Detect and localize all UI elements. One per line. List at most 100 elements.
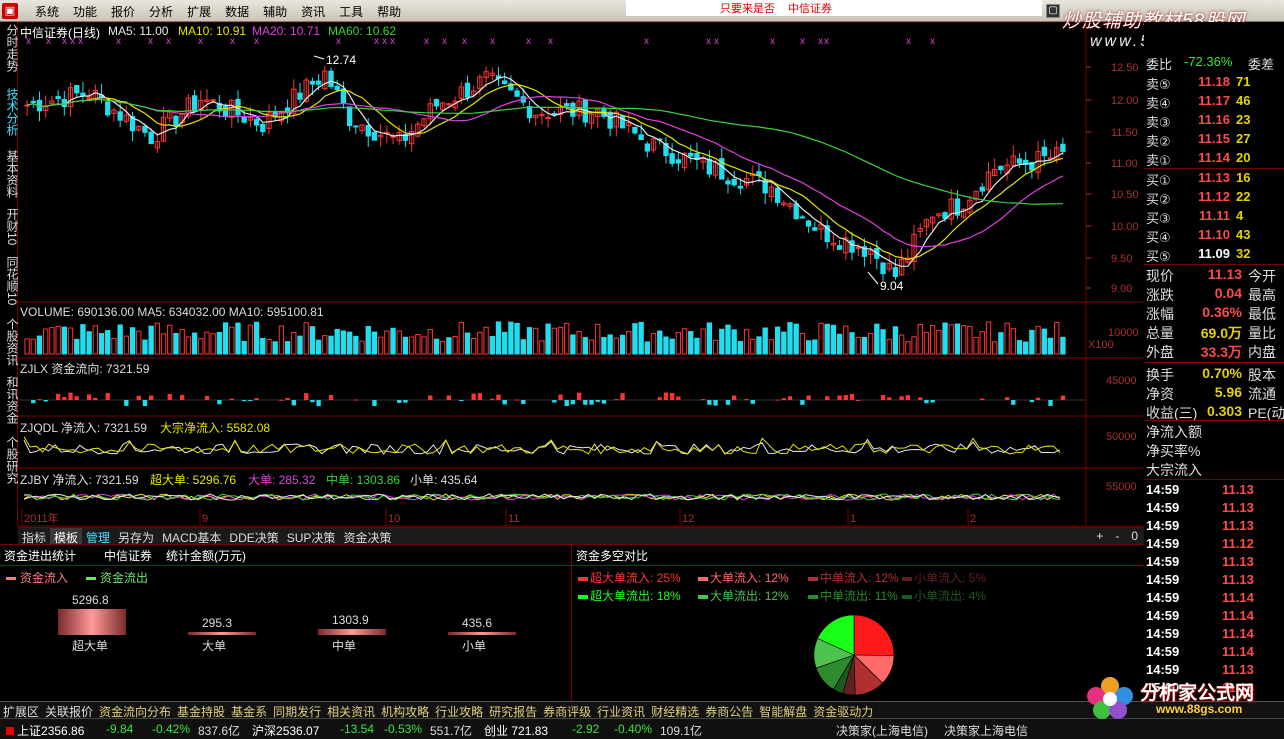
indicator-tab[interactable]: 模板 [50, 528, 83, 545]
volume-bar [390, 327, 396, 355]
bid-row[interactable]: 买⑤ 11.09 32 [1144, 246, 1284, 265]
zoom-out-button[interactable]: - [1109, 528, 1125, 544]
left-tab[interactable]: 个股资讯 [1, 318, 19, 366]
app-logo-icon[interactable]: ▣ [2, 3, 18, 19]
order-diff-label: 委差 [1248, 57, 1275, 72]
bid-row[interactable]: 买① 11.13 16 [1144, 170, 1284, 189]
indicator-tab[interactable]: 资金决策 [339, 528, 395, 545]
fund-flow-bar [446, 395, 452, 400]
bid-volume: 4 [1236, 208, 1244, 223]
sh-index[interactable]: 上证2356.86 [6, 722, 84, 739]
fund-flow-bar [905, 395, 911, 400]
ask-row[interactable]: 卖① 11.14 20 [1144, 150, 1284, 169]
fund-flow-bar [179, 394, 185, 400]
promo-banner[interactable]: 只要来是否 中信证券 [626, 0, 1042, 16]
legend-swatch [578, 576, 588, 581]
reset-button[interactable]: 0 [1125, 528, 1144, 544]
bid-row[interactable]: 买④ 11.10 43 [1144, 227, 1284, 246]
ask-volume: 27 [1236, 131, 1251, 146]
volume-bar [576, 330, 582, 355]
volume-bar [762, 327, 768, 355]
legend-swatch [698, 594, 708, 599]
ask-label: 卖⑤ [1146, 77, 1171, 92]
left-tab[interactable]: 基本资料 [1, 150, 19, 198]
zoom-in-button[interactable]: + [1090, 528, 1109, 544]
menu-item[interactable]: 报价 [104, 3, 142, 20]
x-axis-label: 11 [508, 513, 519, 525]
hs-index[interactable]: 沪深2536.07 [252, 722, 319, 739]
left-tab-strip: 分时走势技术分析基本资料开财10 同花顺10 个股资讯和讯资金个股研究 [0, 22, 19, 526]
menu-item[interactable]: 分析 [142, 3, 180, 20]
indicator-tab[interactable]: SUP决策 [283, 528, 340, 545]
indicator-tab[interactable]: 管理 [82, 528, 114, 545]
menu-item[interactable]: 数据 [218, 3, 256, 20]
volume-bar [818, 322, 824, 355]
flow-label: 净买率% [1146, 443, 1201, 459]
menu-item[interactable]: 功能 [66, 3, 104, 20]
volume-bar [619, 334, 626, 355]
broker-1[interactable]: 决策家(上海电信) [836, 722, 928, 739]
quote-label: 净资 [1146, 386, 1174, 402]
bid-price: 11.12 [1198, 189, 1230, 204]
ask-row[interactable]: 卖⑤ 11.18 71 [1144, 74, 1284, 93]
indicator-tab[interactable]: DDE决策 [225, 528, 282, 545]
fund-flow-bar [1029, 400, 1035, 403]
indicator-tab[interactable]: MACD基本 [158, 528, 225, 545]
candle-body [514, 90, 520, 97]
fund-flow-bar [204, 395, 210, 400]
quote-label: 涨跌 [1146, 287, 1174, 303]
fund-flow-bar [502, 400, 507, 405]
volume-bar [315, 339, 322, 355]
fund-flow-bar [856, 399, 861, 401]
inflow-legend-item: 超大单流入: 25% [578, 569, 681, 586]
menu-item[interactable]: 系统 [28, 3, 66, 20]
menu-item[interactable]: 资讯 [294, 3, 332, 20]
volume-bar [1004, 322, 1010, 355]
left-tab[interactable]: 分时走势 [1, 24, 19, 72]
outflow-legend-item: 中单流出: 11% [808, 587, 898, 604]
volume-bar [111, 337, 117, 355]
fund-flow-bar [1011, 400, 1016, 405]
bid-row[interactable]: 买② 11.12 22 [1144, 189, 1284, 208]
ma20-label: MA20: 10.71 [252, 24, 321, 38]
indicator-tab[interactable]: 指标 [18, 528, 50, 545]
ask-row[interactable]: 卖③ 11.16 23 [1144, 112, 1284, 131]
bid-volume: 43 [1236, 227, 1251, 242]
volume-bar [526, 327, 533, 355]
indicator-tab[interactable]: 另存为 [114, 528, 158, 545]
candle-body [353, 125, 359, 128]
cy-index[interactable]: 创业 721.83 [484, 722, 548, 739]
volume-bar [582, 337, 588, 355]
fund-flow-bar [595, 400, 600, 402]
left-tab[interactable]: 开财10 [1, 208, 19, 245]
menu-item[interactable]: 辅助 [256, 3, 294, 20]
bid-row[interactable]: 买③ 11.11 4 [1144, 208, 1284, 227]
volume-bar [477, 331, 483, 355]
left-tab[interactable]: 和讯资金 [1, 376, 19, 424]
volume-bar [898, 334, 905, 355]
window-restore-icon[interactable]: ▢ [1046, 4, 1060, 18]
fund-flow-bar [1060, 395, 1066, 400]
x-axis-label: 12 [682, 513, 694, 525]
left-tab[interactable]: 技术分析 [1, 88, 19, 136]
quote-label-2: 内盘 [1248, 344, 1276, 360]
left-tab[interactable]: 同花顺10 [1, 256, 19, 305]
candle-body [805, 220, 812, 227]
menu-item[interactable]: 帮助 [370, 3, 408, 20]
fund-flow-bar [55, 393, 61, 400]
legend-in: 资金流入 [6, 569, 68, 586]
fund-flow-bar [242, 400, 247, 402]
volume-bar [967, 325, 973, 355]
broker-2[interactable]: 决策家上海电信 [944, 722, 1028, 739]
zjby-small-label: 小单: 435.64 [410, 473, 478, 487]
quote-label-2: 股本 [1248, 367, 1276, 383]
zjby-big-label: 大单: 285.32 [248, 473, 316, 487]
menu-item[interactable]: 工具 [332, 3, 370, 20]
left-tab[interactable]: 个股研究 [1, 436, 19, 484]
ask-row[interactable]: 卖② 11.15 27 [1144, 131, 1284, 150]
menu-item[interactable]: 扩展 [180, 3, 218, 20]
volume-bar [67, 327, 74, 355]
volume-bar [185, 336, 192, 355]
fund-flow-bar [787, 396, 793, 400]
ask-row[interactable]: 卖④ 11.17 46 [1144, 93, 1284, 112]
